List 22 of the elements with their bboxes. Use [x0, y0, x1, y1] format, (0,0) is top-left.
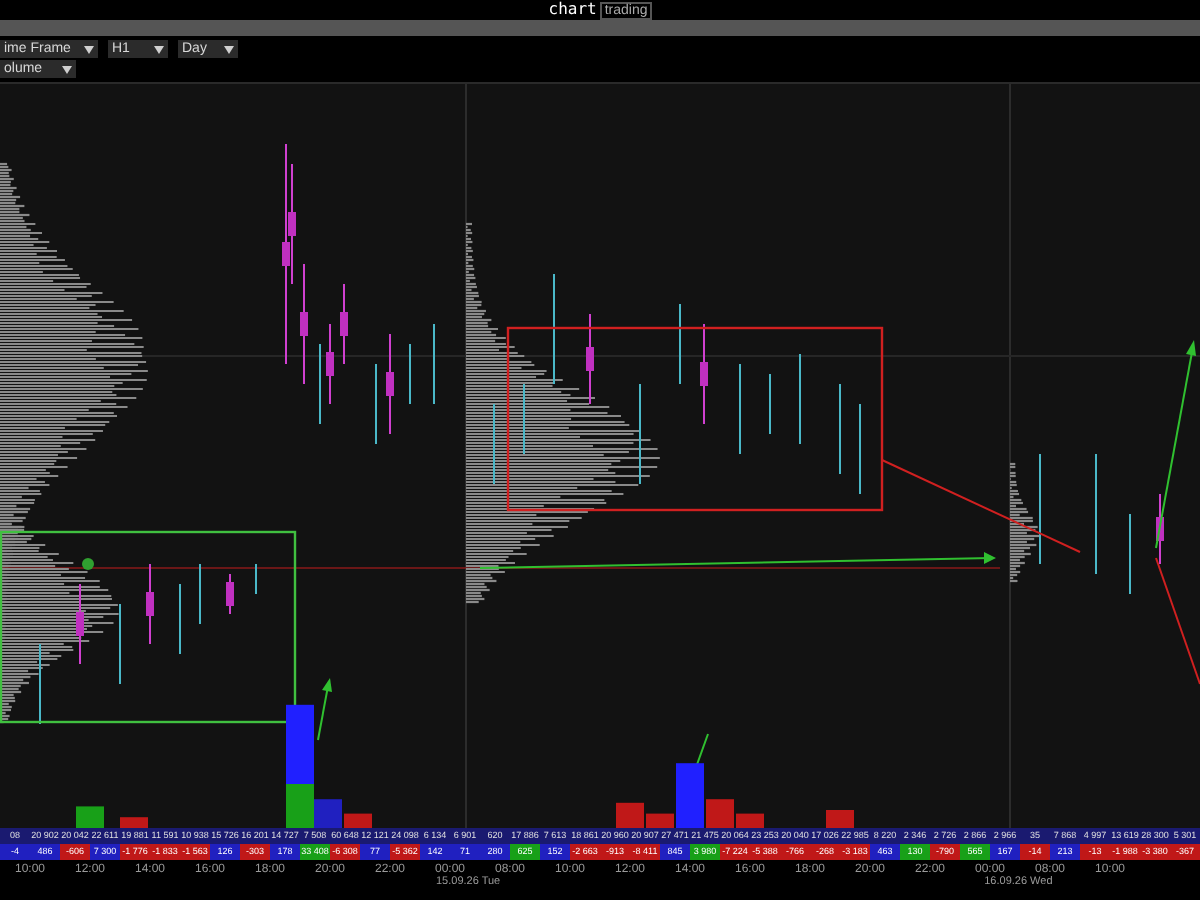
- volume-profile: [1010, 462, 1040, 583]
- candle: [326, 323, 334, 405]
- arrow: [317, 678, 332, 741]
- volume-bar: [76, 806, 104, 828]
- trend-line: [1155, 557, 1200, 685]
- candle: [700, 323, 708, 425]
- caret-icon: [84, 45, 94, 53]
- candle: [226, 573, 234, 615]
- caret-icon: [224, 45, 234, 53]
- candle: [146, 563, 154, 645]
- candle: [76, 583, 84, 665]
- candle: [386, 333, 394, 435]
- marker-dot: [82, 558, 94, 570]
- volume-bar: [826, 810, 854, 828]
- candle: [586, 313, 594, 405]
- caret-icon: [154, 45, 164, 53]
- caret-icon: [62, 65, 72, 73]
- volume-bar: [120, 817, 148, 828]
- brand-title: chart: [548, 2, 597, 18]
- candle: [340, 283, 348, 365]
- candle: [300, 263, 308, 385]
- candle: [1156, 493, 1164, 565]
